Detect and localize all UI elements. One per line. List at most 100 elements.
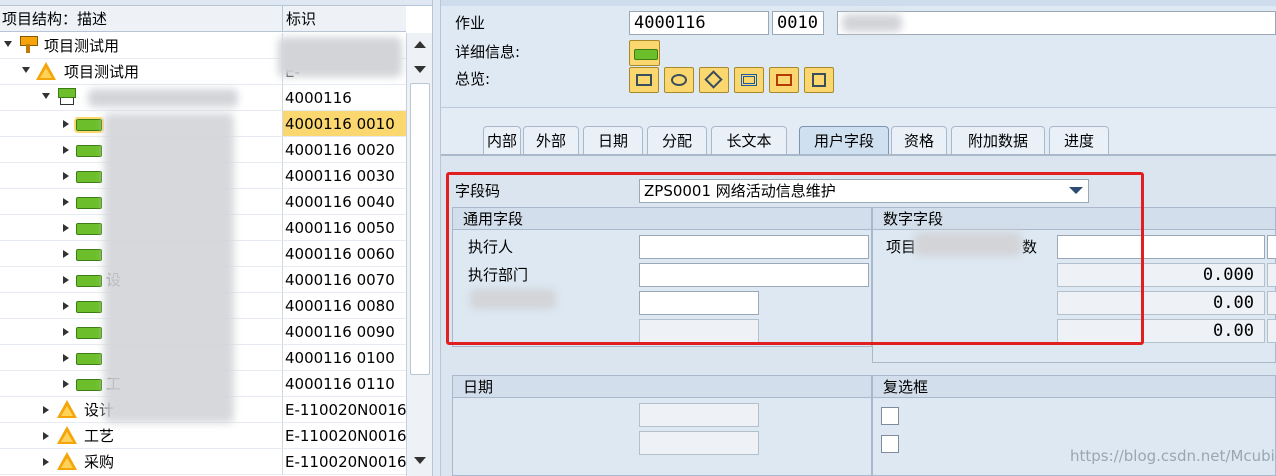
tab-long-text[interactable]: 长文本: [711, 126, 787, 154]
tab-assignments[interactable]: 分配: [647, 126, 707, 154]
scroll-down-icon[interactable]: [414, 457, 426, 464]
wbs-element-icon: [57, 452, 77, 470]
activity-header-title-strip: [441, 0, 1276, 6]
field-key-dropdown[interactable]: ZPS0001 网络活动信息维护: [639, 179, 1089, 203]
tab-progress[interactable]: 进度: [1049, 126, 1109, 154]
tree-row-id: 4000116 0090: [283, 319, 406, 345]
tab-additional-data[interactable]: 附加数据: [951, 126, 1045, 154]
activity-icon: [76, 223, 102, 235]
numeric-fields-title: 数字字段: [873, 208, 1275, 230]
field-key-label: 字段码: [455, 182, 501, 200]
numeric-unit-2[interactable]: [1267, 263, 1276, 287]
watermark: https://blog.csdn.net/Mcubic: [1070, 447, 1276, 465]
redacted-area: [914, 232, 1022, 256]
activity-network-field[interactable]: 4000116: [629, 11, 769, 35]
tree-row-id: E-110020N0016.: [283, 423, 406, 449]
activity-icon: [76, 301, 102, 313]
tree-row-id: E-110020N0016.: [283, 449, 406, 475]
scroll-up-icon[interactable]: [414, 41, 426, 48]
numeric-field-2[interactable]: 0.000: [1057, 263, 1265, 287]
numeric-unit-4[interactable]: [1267, 319, 1276, 343]
scroll-thumb[interactable]: [410, 83, 430, 375]
numeric-field-3[interactable]: 0.00: [1057, 291, 1265, 315]
tab-qualification[interactable]: 资格: [891, 126, 947, 154]
expand-right-icon[interactable]: [63, 120, 69, 128]
wbs-element-icon: [57, 400, 77, 418]
expand-right-icon[interactable]: [63, 224, 69, 232]
redacted-area: [278, 37, 402, 77]
tab-user-fields[interactable]: 用户字段: [799, 126, 889, 154]
numeric-item-label-prefix: 项目: [886, 238, 917, 256]
redacted-area: [104, 113, 234, 423]
numeric-unit-1[interactable]: [1267, 235, 1276, 259]
numeric-field-1[interactable]: [1057, 235, 1265, 259]
checkbox-1[interactable]: [881, 407, 899, 425]
pane-splitter[interactable]: [432, 0, 441, 476]
activity-icon: [74, 117, 104, 133]
tree-row-wbs[interactable]: 采购 E-110020N0016.: [0, 449, 406, 475]
general-fields-title: 通用字段: [453, 208, 871, 230]
overview-button-1[interactable]: [629, 67, 659, 93]
chevron-down-icon[interactable]: [1069, 187, 1083, 194]
activity-icon: [634, 49, 658, 60]
date-field-1[interactable]: [639, 403, 759, 427]
department-field[interactable]: [639, 263, 869, 287]
activity-icon: [76, 171, 102, 183]
detail-activity-button[interactable]: [629, 40, 660, 66]
expand-right-icon[interactable]: [43, 406, 49, 414]
activity-label: 作业: [455, 14, 486, 32]
tree-row-id: 4000116 0110: [283, 371, 406, 397]
tree-scrollbar[interactable]: [406, 33, 432, 476]
tab-external[interactable]: 外部: [523, 126, 579, 154]
overview-button-5[interactable]: [769, 67, 799, 93]
numeric-field-4[interactable]: 0.00: [1057, 319, 1265, 343]
tree-row-label: 采购: [84, 453, 115, 471]
expand-right-icon[interactable]: [43, 432, 49, 440]
activity-number-field[interactable]: 0010: [772, 11, 824, 35]
project-definition-icon: [20, 36, 38, 54]
checkbox-2[interactable]: [881, 435, 899, 453]
tree-body: 项目测试用 项目测试用 E- 4000116 4000116 0010: [0, 33, 406, 476]
date-fields-title: 日期: [453, 376, 871, 398]
overview-button-3[interactable]: [699, 67, 729, 93]
activity-icon: [76, 379, 102, 391]
expand-right-icon[interactable]: [63, 302, 69, 310]
expand-down-icon[interactable]: [42, 93, 50, 99]
overview-button-4[interactable]: [734, 67, 764, 93]
expand-right-icon[interactable]: [63, 146, 69, 154]
relationship-icon: [741, 74, 757, 86]
checkbox-fields-title: 复选框: [873, 376, 1275, 398]
tree-header: 项目结构：描述 标识: [0, 6, 406, 32]
tab-dates[interactable]: 日期: [583, 126, 643, 154]
overview-button-6[interactable]: [804, 67, 834, 93]
activity-description-field[interactable]: [837, 11, 1276, 35]
milestone-icon: [704, 70, 723, 89]
expand-right-icon[interactable]: [63, 276, 69, 284]
date-field-2[interactable]: [639, 431, 759, 455]
activity-icon: [76, 327, 102, 339]
document-icon: [776, 74, 792, 86]
expand-right-icon[interactable]: [63, 328, 69, 336]
expand-down-icon[interactable]: [22, 67, 30, 73]
expand-right-icon[interactable]: [63, 172, 69, 180]
tree-row-id: 4000116 0050: [283, 215, 406, 241]
executor-label: 执行人: [468, 238, 514, 256]
expand-right-icon[interactable]: [63, 354, 69, 362]
general-field-3[interactable]: [639, 291, 759, 315]
column-header-id[interactable]: 标识: [284, 6, 406, 32]
expand-down-icon[interactable]: [4, 41, 12, 47]
project-structure-tree: 项目结构：描述 标识 项目测试用 项目测试用 E-: [0, 0, 432, 476]
expand-right-icon[interactable]: [63, 380, 69, 388]
numeric-unit-3[interactable]: [1267, 291, 1276, 315]
overview-button-2[interactable]: [664, 67, 694, 93]
expand-right-icon[interactable]: [63, 198, 69, 206]
wbs-element-icon: [36, 62, 56, 80]
scroll-down-icon[interactable]: [414, 66, 426, 73]
column-header-structure[interactable]: 项目结构：描述: [0, 6, 283, 32]
expand-right-icon[interactable]: [43, 458, 49, 466]
executor-field[interactable]: [639, 235, 869, 259]
tree-row-wbs[interactable]: 工艺 E-110020N0016.: [0, 423, 406, 449]
general-field-4[interactable]: [639, 319, 759, 343]
tab-internal[interactable]: 内部: [483, 126, 521, 154]
expand-right-icon[interactable]: [63, 250, 69, 258]
